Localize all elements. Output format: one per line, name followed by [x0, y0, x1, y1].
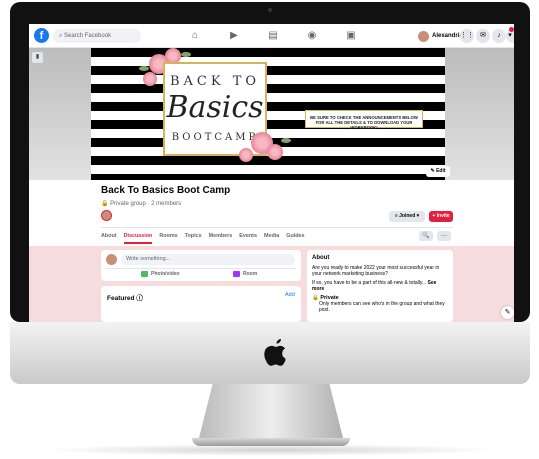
photo-label: Photo/video: [151, 271, 180, 277]
featured-section: Featured ⓘ Add: [101, 286, 301, 322]
tab-guides[interactable]: Guides: [286, 230, 304, 244]
joined-button[interactable]: ≡ Joined ▾: [389, 211, 425, 222]
member-avatar[interactable]: [101, 210, 112, 221]
search-input[interactable]: ⌕ Search Facebook: [53, 29, 141, 43]
sidebar-toggle-icon[interactable]: ▮: [32, 52, 43, 63]
messenger-icon[interactable]: ✉: [476, 29, 490, 43]
tab-about[interactable]: About: [101, 230, 117, 244]
desktop-stage: f ⌕ Search Facebook ⌂ ▶ ▤ ◉ ▣ Alexandria…: [0, 0, 539, 459]
menu-grid-icon[interactable]: ⋮⋮: [460, 29, 474, 43]
room-button[interactable]: Room: [233, 271, 257, 277]
header-divider: [101, 227, 453, 228]
new-message-icon[interactable]: ✎: [501, 306, 514, 319]
home-icon[interactable]: ⌂: [187, 28, 203, 44]
composer-input[interactable]: Write something...: [121, 254, 295, 265]
tab-events[interactable]: Events: [239, 230, 257, 244]
camera-icon: [268, 8, 272, 12]
photo-video-button[interactable]: Photo/video: [141, 271, 180, 277]
group-subtitle: 🔒 Private group · 2 members: [101, 201, 182, 207]
tab-rooms[interactable]: Rooms: [159, 230, 177, 244]
cover-line-3: BOOTCAMP: [171, 132, 259, 143]
group-search-icon[interactable]: 🔍: [419, 231, 433, 241]
leaf-decoration: [281, 138, 291, 143]
groups-icon[interactable]: ◉: [304, 28, 320, 44]
leaf-decoration: [181, 52, 191, 57]
about-excerpt: If so, you have to be a part of this all…: [312, 280, 448, 292]
group-title: Back To Basics Boot Camp: [101, 185, 231, 196]
rose-decoration: [239, 148, 253, 162]
facebook-logo-icon[interactable]: f: [34, 28, 49, 43]
notification-badge: [509, 27, 514, 32]
tab-topics[interactable]: Topics: [185, 230, 202, 244]
announcement-banner: BE SURE TO CHECK THE ANNOUNCEMENTS BELOW…: [305, 110, 423, 130]
tab-discussion[interactable]: Discussion: [123, 230, 153, 244]
about-title: About: [312, 255, 330, 261]
monitor-stand: [198, 384, 344, 442]
cover-line-2: Basics: [166, 90, 264, 125]
room-label: Room: [243, 271, 258, 277]
group-tabs: About Discussion Rooms Topics Members Ev…: [101, 230, 305, 244]
featured-add-link[interactable]: Add: [285, 292, 295, 298]
invite-button[interactable]: + Invite: [429, 211, 453, 222]
about-description: Are you ready to make 2022 your most suc…: [312, 265, 440, 277]
facebook-topbar: f ⌕ Search Facebook ⌂ ▶ ▤ ◉ ▣ Alexandria…: [29, 24, 514, 48]
more-options-button[interactable]: ···: [437, 231, 451, 241]
rose-decoration: [143, 72, 157, 86]
monitor-screen: f ⌕ Search Facebook ⌂ ▶ ▤ ◉ ▣ Alexandria…: [29, 24, 514, 322]
cover-photo: BACK TO Basics BOOTCAMP BE SURE TO CHECK…: [91, 48, 445, 180]
profile-name: Alexandria: [432, 33, 463, 39]
edit-cover-button[interactable]: ✎ Edit: [426, 166, 450, 177]
search-placeholder: Search Facebook: [64, 33, 112, 39]
group-header: Back To Basics Boot Camp 🔒 Private group…: [29, 180, 514, 246]
composer-divider: [106, 268, 296, 269]
privacy-text: Only members can see who's in the group …: [319, 301, 445, 313]
leaf-decoration: [139, 66, 149, 71]
about-panel: About Are you ready to make 2022 your mo…: [307, 250, 453, 322]
room-icon: [233, 271, 240, 277]
rose-decoration: [267, 144, 283, 160]
marketplace-icon[interactable]: ▤: [265, 28, 281, 44]
cover-line-1: BACK TO: [169, 74, 261, 89]
avatar: [106, 254, 117, 265]
bell-icon[interactable]: ♪: [492, 29, 506, 43]
about-excerpt-text: If so, you have to be a part of this all…: [312, 280, 427, 286]
apple-logo-icon: [264, 339, 286, 366]
avatar: [418, 30, 429, 42]
featured-title: Featured ⓘ: [107, 295, 143, 302]
gaming-icon[interactable]: ▣: [343, 28, 359, 44]
photo-icon: [141, 271, 148, 277]
watch-icon[interactable]: ▶: [226, 28, 242, 44]
tab-members[interactable]: Members: [209, 230, 233, 244]
profile-button[interactable]: Alexandria: [418, 29, 463, 43]
monitor-foot: [192, 438, 350, 446]
group-body: Write something... Photo/video Room Feat…: [29, 246, 514, 322]
post-composer: Write something... Photo/video Room: [101, 250, 301, 281]
tab-media[interactable]: Media: [264, 230, 279, 244]
